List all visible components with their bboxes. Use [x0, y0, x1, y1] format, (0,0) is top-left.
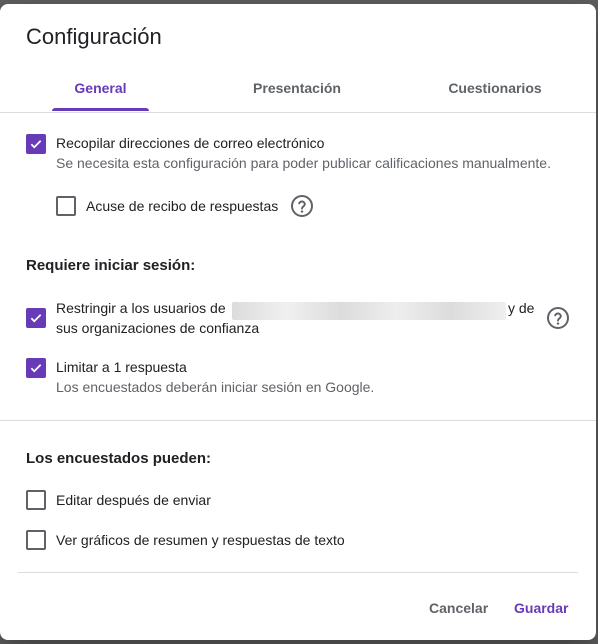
redacted-domain — [232, 302, 506, 320]
tab-presentation[interactable]: Presentación — [232, 68, 362, 112]
limit-one-response-checkbox[interactable] — [26, 358, 46, 378]
cancel-button[interactable]: Cancelar — [429, 600, 488, 616]
edit-after-submit-checkbox[interactable] — [26, 490, 46, 510]
restrict-users-label-end: y de — [508, 300, 535, 316]
login-section-title: Requiere iniciar sesión: — [26, 257, 196, 274]
help-circle-icon[interactable] — [546, 306, 570, 330]
active-tab-indicator — [52, 108, 149, 111]
edit-after-submit-label: Editar después de enviar — [56, 492, 211, 508]
collect-emails-description: Se necesita esta configuración para pode… — [56, 155, 551, 171]
check-icon — [30, 140, 42, 149]
collect-emails-checkbox[interactable] — [26, 134, 46, 154]
help-circle-icon[interactable] — [290, 194, 314, 218]
limit-one-response-description: Los encuestados deberán iniciar sesión e… — [56, 379, 375, 395]
collect-emails-label: Recopilar direcciones de correo electrón… — [56, 135, 325, 151]
response-receipt-label: Acuse de recibo de respuestas — [86, 198, 279, 214]
tab-quizzes[interactable]: Cuestionarios — [432, 68, 558, 112]
restrict-users-checkbox[interactable] — [26, 308, 46, 328]
footer-divider — [18, 572, 578, 573]
response-receipt-checkbox[interactable] — [56, 196, 76, 216]
tab-general[interactable]: General — [52, 68, 149, 112]
view-summary-label: Ver gráficos de resumen y respuestas de … — [56, 532, 345, 548]
restrict-users-label-line2: sus organizaciones de confianza — [56, 320, 260, 336]
save-button[interactable]: Guardar — [514, 600, 568, 616]
view-summary-checkbox[interactable] — [26, 530, 46, 550]
respondents-section-title: Los encuestados pueden: — [26, 450, 212, 467]
restrict-users-label-start: Restringir a los usuarios de — [56, 300, 226, 316]
tab-bar: General Presentación Cuestionarios — [0, 68, 596, 113]
section-divider — [0, 420, 596, 421]
limit-one-response-label: Limitar a 1 respuesta — [56, 359, 187, 375]
check-icon — [30, 314, 42, 323]
dialog-title: Configuración — [26, 24, 162, 49]
settings-dialog: Configuración General Presentación Cuest… — [0, 4, 596, 640]
check-icon — [30, 364, 42, 373]
